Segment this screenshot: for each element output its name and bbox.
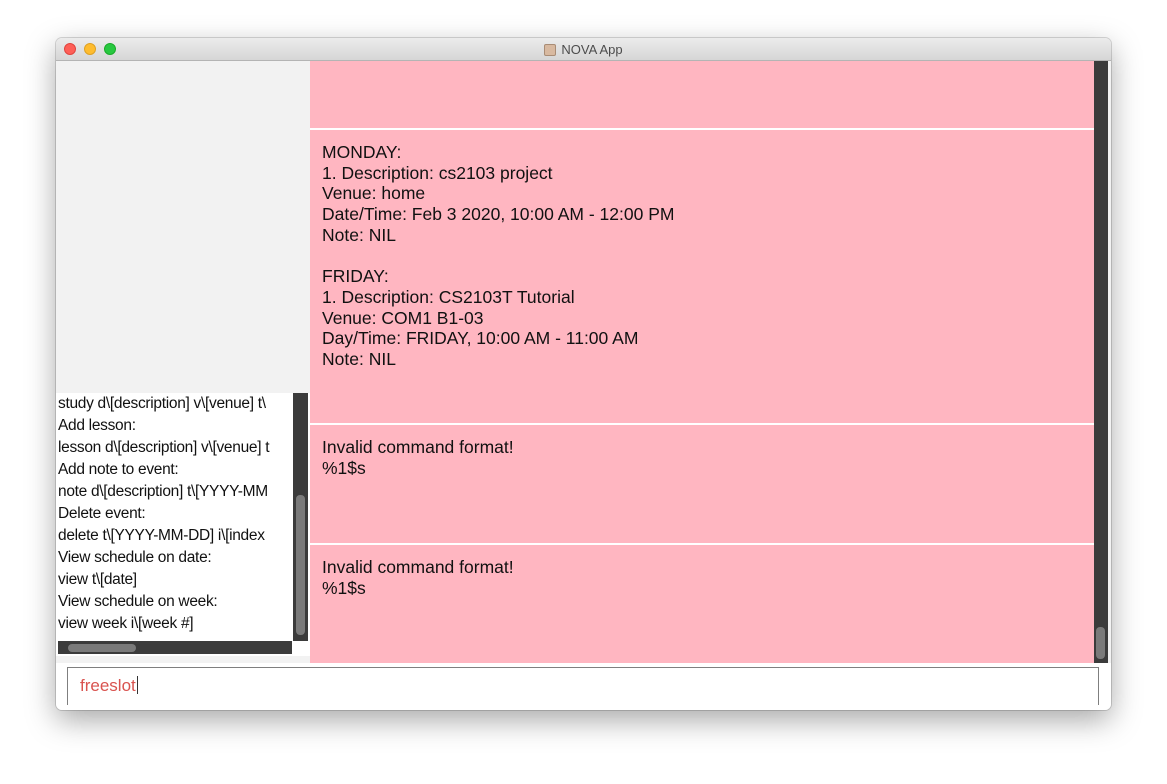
help-line: view t\[date] — [58, 571, 137, 588]
card-line: %1$s — [322, 457, 366, 478]
result-list: · · · · · · · · · · · · · · · · · · · · … — [310, 61, 1094, 663]
window-title-area: NOVA App — [56, 42, 1111, 57]
help-line: Delete event: — [58, 505, 146, 522]
left-empty-panel — [56, 61, 310, 392]
card-line: %1$s — [322, 577, 366, 598]
card-line: Note: NIL — [322, 349, 396, 370]
card-line: Venue: home — [322, 183, 426, 204]
command-area: freeslot — [56, 663, 1111, 710]
result-card: Invalid command format! %1$s — [310, 425, 1094, 543]
card-line: Invalid command format! — [322, 557, 514, 577]
help-line: note d\[description] t\[YYYY-MM — [58, 483, 268, 500]
clipped-card-text: · · · · · · · · · · · · · · · · · · · · … — [322, 61, 595, 68]
help-text: study d\[description] v\[venue] t\ Add l… — [58, 393, 294, 635]
result-vertical-scrollbar[interactable] — [1094, 61, 1108, 663]
result-card: Invalid command format! %1$s — [310, 545, 1094, 663]
card-line: Venue: COM1 B1-03 — [322, 307, 484, 328]
help-line: lesson d\[description] v\[venue] t — [58, 439, 270, 456]
command-input-text[interactable]: freeslot — [80, 676, 138, 696]
app-icon — [544, 44, 557, 56]
window-title: NOVA App — [561, 42, 623, 57]
result-card: · · · · · · · · · · · · · · · · · · · · … — [310, 61, 1094, 128]
title-bar[interactable]: NOVA App — [56, 38, 1111, 61]
card-line — [322, 246, 1082, 267]
help-panel: study d\[description] v\[venue] t\ Add l… — [56, 393, 310, 656]
card-line: FRIDAY: — [322, 266, 389, 287]
result-vertical-scroll-thumb[interactable] — [1096, 627, 1105, 659]
result-card: MONDAY: 1. Description: cs2103 project V… — [310, 130, 1094, 423]
card-line: Date/Time: Feb 3 2020, 10:00 AM - 12:00 … — [322, 204, 675, 225]
help-line: Add note to event: — [58, 461, 179, 478]
help-line: study d\[description] v\[venue] t\ — [58, 395, 266, 412]
help-horizontal-scrollbar[interactable] — [58, 641, 292, 654]
help-line: view week i\[week #] — [58, 615, 194, 632]
command-input[interactable]: freeslot — [67, 667, 1099, 705]
help-line: delete t\[YYYY-MM-DD] i\[index — [58, 527, 265, 544]
help-vertical-scroll-thumb[interactable] — [296, 495, 305, 635]
help-line: View schedule on date: — [58, 549, 212, 566]
card-line: 1. Description: CS2103T Tutorial — [322, 286, 575, 307]
card-line: Note: NIL — [322, 224, 396, 245]
card-line: 1. Description: cs2103 project — [322, 162, 553, 183]
help-horizontal-scroll-thumb[interactable] — [68, 644, 136, 652]
help-line: Add lesson: — [58, 417, 136, 434]
card-line: MONDAY: — [322, 142, 402, 162]
help-vertical-scrollbar[interactable] — [293, 393, 308, 641]
command-value: freeslot — [80, 676, 136, 695]
card-line: Invalid command format! — [322, 437, 514, 457]
card-line: Day/Time: FRIDAY, 10:00 AM - 11:00 AM — [322, 328, 639, 349]
help-line: View schedule on week: — [58, 593, 218, 610]
app-window: NOVA App study d\[description] v\[venue]… — [56, 38, 1111, 710]
text-caret — [136, 676, 138, 694]
